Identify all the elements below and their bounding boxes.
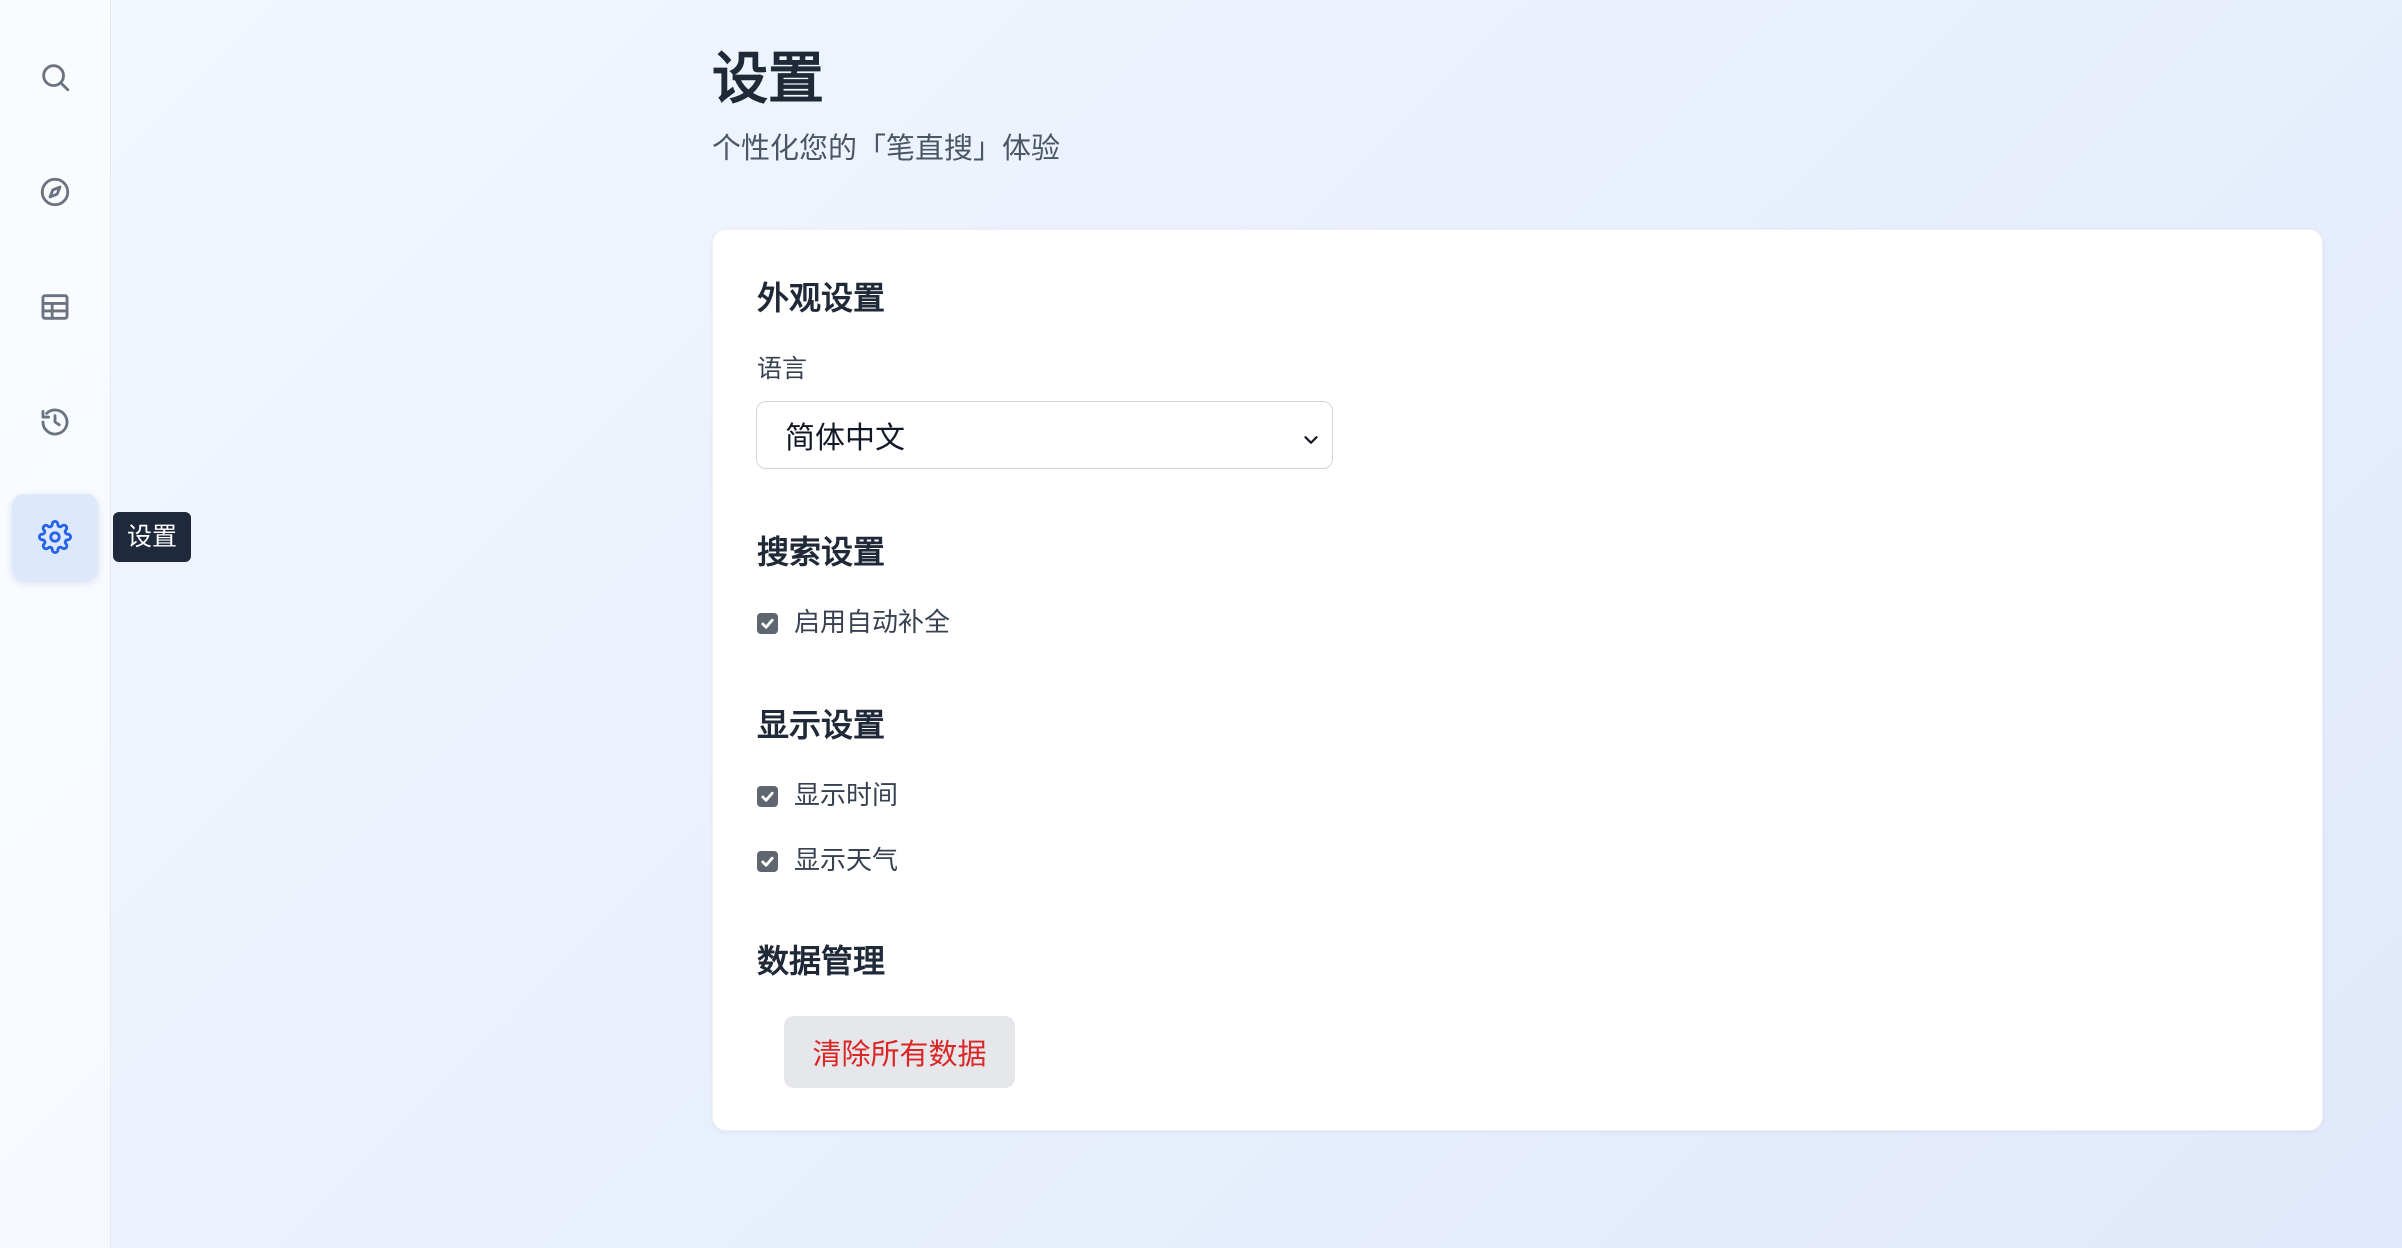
table-icon bbox=[41, 294, 69, 320]
history-icon bbox=[41, 408, 69, 436]
sidebar-item-table[interactable] bbox=[12, 264, 98, 350]
language-label: 语言 bbox=[757, 354, 808, 383]
autocomplete-label: 启用自动补全 bbox=[794, 608, 951, 638]
chevron-down-icon bbox=[1300, 424, 1322, 446]
sidebar-item-settings[interactable] bbox=[12, 494, 98, 580]
search-icon bbox=[42, 64, 70, 92]
sidebar-item-history[interactable] bbox=[12, 379, 98, 465]
display-settings-title: 显示设置 bbox=[757, 706, 886, 744]
page-title: 设置 bbox=[712, 47, 824, 112]
show-time-option[interactable]: 显示时间 bbox=[757, 779, 898, 813]
sidebar-item-search[interactable] bbox=[12, 34, 98, 120]
appearance-section-title: 外观设置 bbox=[757, 279, 886, 317]
data-management-title: 数据管理 bbox=[757, 942, 886, 980]
check-icon bbox=[761, 618, 774, 629]
sidebar-item-explore[interactable] bbox=[12, 149, 98, 235]
settings-card: 外观设置 语言 简体中文 搜索设置 启用自动补全 显示设置 显示时间 显示天气 … bbox=[712, 229, 2323, 1131]
clear-all-data-button[interactable]: 清除所有数据 bbox=[784, 1016, 1015, 1088]
show-time-label: 显示时间 bbox=[794, 781, 899, 811]
show-weather-label: 显示天气 bbox=[794, 846, 899, 876]
autocomplete-option[interactable]: 启用自动补全 bbox=[757, 606, 950, 640]
language-select[interactable]: 简体中文 bbox=[756, 401, 1333, 469]
show-time-checkbox[interactable] bbox=[757, 785, 778, 807]
show-weather-option[interactable]: 显示天气 bbox=[757, 844, 898, 878]
settings-tooltip: 设置 bbox=[113, 512, 192, 562]
language-select-value: 简体中文 bbox=[785, 421, 905, 456]
show-weather-checkbox[interactable] bbox=[757, 850, 778, 872]
search-settings-title: 搜索设置 bbox=[757, 533, 886, 571]
sidebar bbox=[0, 0, 111, 1248]
compass-icon bbox=[40, 177, 70, 207]
autocomplete-checkbox[interactable] bbox=[757, 612, 778, 634]
gear-icon bbox=[38, 520, 72, 554]
check-icon bbox=[761, 856, 774, 867]
page-subtitle: 个性化您的「笔直搜」体验 bbox=[712, 131, 1061, 165]
check-icon bbox=[761, 791, 774, 802]
